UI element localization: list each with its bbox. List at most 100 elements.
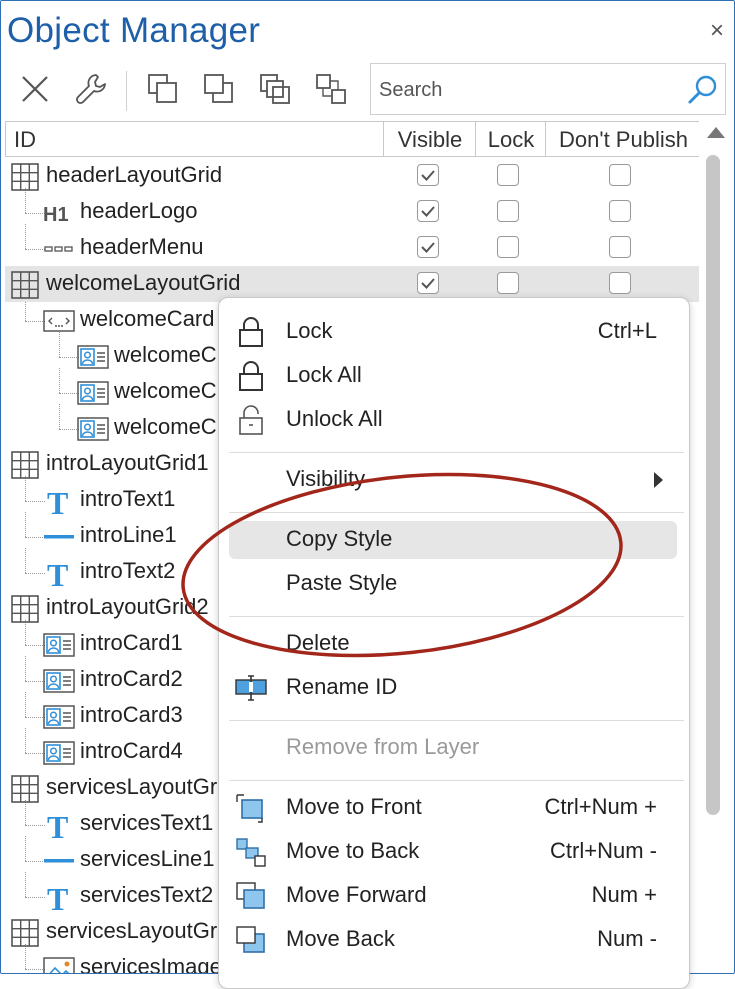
tree-row-label: welcomeC [114,414,217,439]
search-box [370,63,726,115]
tree-row-label: welcomeLayoutGrid [46,270,241,295]
menu-separator [229,616,684,617]
vertical-scrollbar[interactable] [703,121,731,973]
tree-row-label: headerMenu [80,234,204,259]
menu-item-label: Lock All [286,362,362,387]
menu-item-label: Visibility [286,466,366,491]
tree-row-label: servicesText2 [80,882,214,907]
menu-item-move-forward[interactable]: Move Forward Num + [229,877,677,915]
column-dont-publish[interactable]: Don't Publish [545,122,701,156]
menu-item-copy-style[interactable]: Copy Style [229,521,677,559]
menu-item-shortcut: Ctrl+Num - [550,838,657,863]
wrench-icon[interactable] [71,69,111,109]
tree-row-label: servicesLine1 [80,846,215,871]
menu-item-label: Paste Style [286,570,398,595]
grid-icon [9,595,41,623]
menu-item-visibility[interactable]: Visibility [229,461,677,499]
send-backward-icon[interactable] [311,69,351,109]
scroll-up-icon[interactable] [707,127,725,138]
dont-publish-checkbox[interactable] [609,272,631,294]
tree-row[interactable]: H1 headerLogo [5,194,699,230]
scroll-thumb[interactable] [706,155,720,815]
panel-title: Object Manager [7,11,261,50]
menu-item-label: Rename ID [286,674,398,699]
menu-item-lock[interactable]: Lock Ctrl+L [229,313,677,351]
menu-item-rename-id[interactable]: Rename ID [229,669,677,707]
card-icon [77,379,109,407]
menu-item-label: Move Back [286,926,395,951]
tree-row-label: introText1 [80,486,176,511]
close-icon[interactable]: × [710,17,724,45]
column-visible[interactable]: Visible [383,122,476,156]
menu-item-shortcut: Num - [597,926,657,951]
search-icon[interactable] [687,74,719,111]
tree-row-label: servicesLayoutGr [46,918,218,943]
tree-row[interactable]: headerMenu [5,230,699,266]
card-icon [43,739,75,767]
card-icon [43,703,75,731]
card-icon [77,415,109,443]
menu-item-lock-all[interactable]: Lock All [229,357,677,395]
dont-publish-checkbox[interactable] [609,236,631,258]
dont-publish-checkbox[interactable] [609,200,631,222]
move-to-front-icon [233,792,269,824]
tree-row-label: introCard3 [80,702,183,727]
lock-icon [233,316,269,348]
svg-text:T: T [47,882,68,912]
svg-text:T: T [47,810,68,840]
search-input[interactable] [377,74,681,106]
menu-item-shortcut: Num + [591,882,657,907]
text-icon: T [43,882,75,912]
send-to-back-icon[interactable] [199,69,239,109]
delete-icon[interactable] [15,69,55,109]
menu-item-move-back[interactable]: Move Back Num - [229,921,677,959]
menu-item-label: Copy Style [286,526,393,551]
column-id[interactable]: ID [14,122,36,156]
text-icon: T [43,810,75,840]
grid-icon [9,271,41,299]
tree-row-label: headerLayoutGrid [46,162,223,187]
menu-item-label: Move to Front [286,794,422,819]
menu-item-label: Remove from Layer [286,734,480,759]
menu-item-shortcut: Ctrl+Num + [544,794,657,819]
grid-icon [9,451,41,479]
lock-checkbox[interactable] [497,200,519,222]
lock-checkbox[interactable] [497,236,519,258]
menu-item-paste-style[interactable]: Paste Style [229,565,677,603]
bring-to-front-icon[interactable] [143,69,183,109]
move-forward-icon [233,880,269,912]
bring-forward-icon[interactable] [255,69,295,109]
container-icon [43,307,75,335]
column-lock[interactable]: Lock [475,122,546,156]
menu-item-label: Move to Back [286,838,420,863]
lock-checkbox[interactable] [497,272,519,294]
tree-row-label: introText2 [80,558,176,583]
grid-icon [9,919,41,947]
menu-item-label: Lock [286,318,333,343]
visible-checkbox[interactable] [417,200,439,222]
tree-row-label: headerLogo [80,198,198,223]
grid-icon [9,163,41,191]
menu-item-unlock-all[interactable]: Unlock All [229,401,677,439]
svg-text:H1: H1 [43,204,69,225]
lock-checkbox[interactable] [497,164,519,186]
menu-item-move-to-front[interactable]: Move to Front Ctrl+Num + [229,789,677,827]
tree-row-label: welcomeCard [80,306,215,331]
visible-checkbox[interactable] [417,272,439,294]
line-icon [43,523,75,551]
tree-row-label: servicesImage [80,954,222,973]
tree-row-label: introLine1 [80,522,177,547]
tree-row-label: introCard1 [80,630,183,655]
tree-row-label: introCard2 [80,666,183,691]
svg-text:T: T [47,558,68,588]
visible-checkbox[interactable] [417,236,439,258]
card-icon [77,343,109,371]
dont-publish-checkbox[interactable] [609,164,631,186]
unlock-icon [233,404,269,436]
move-back-icon [233,924,269,956]
menu-item-move-to-back[interactable]: Move to Back Ctrl+Num - [229,833,677,871]
card-icon [43,667,75,695]
tree-row[interactable]: headerLayoutGrid [5,158,699,194]
menu-item-delete[interactable]: Delete [229,625,677,663]
visible-checkbox[interactable] [417,164,439,186]
